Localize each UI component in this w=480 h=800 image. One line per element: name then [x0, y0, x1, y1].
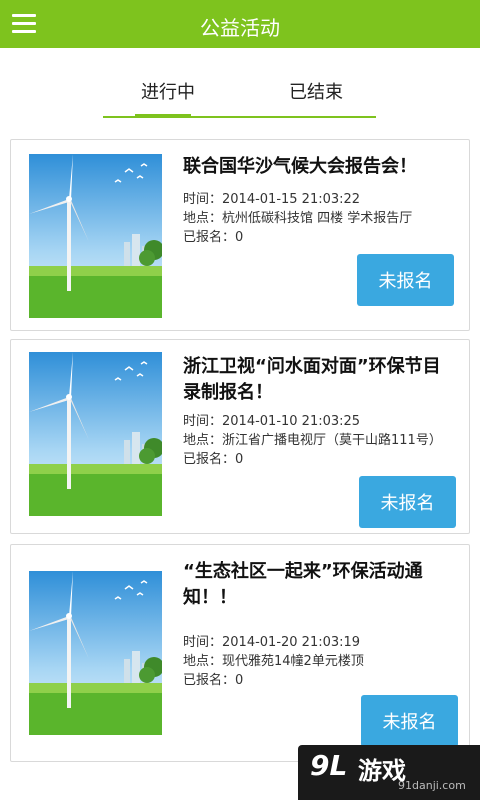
event-card[interactable]: 浙江卫视“问水面对面”环保节目录制报名！ 时间：2014-01-10 21:03…: [10, 339, 470, 534]
event-card[interactable]: 联合国华沙气候大会报告会！ 时间：2014-01-15 21:03:22 地点：…: [10, 139, 470, 331]
event-location: 地点：杭州低碳科技馆 四楼 学术报告厅: [183, 211, 413, 226]
event-meta: 时间：2014-01-20 21:03:19 地点：现代雅苑14幢2单元楼顶 已…: [183, 633, 463, 690]
event-title: “生态社区一起来”环保活动通知！！: [183, 561, 423, 608]
watermark-url: 91danji.com: [398, 779, 466, 792]
signup-button[interactable]: 未报名: [359, 476, 456, 528]
event-location: 地点：浙江省广播电视厅（莫干山路111号）: [183, 433, 442, 448]
event-location: 地点：现代雅苑14幢2单元楼顶: [183, 654, 364, 669]
event-card[interactable]: “生态社区一起来”环保活动通知！！ 时间：2014-01-20 21:03:19…: [10, 544, 470, 762]
event-title: 联合国华沙气候大会报告会！: [183, 156, 417, 177]
event-time: 时间：2014-01-20 21:03:19: [183, 635, 361, 650]
event-title: 浙江卫视“问水面对面”环保节目录制报名！: [183, 356, 441, 403]
event-registered-count: 已报名：0: [183, 673, 244, 688]
signup-button[interactable]: 未报名: [357, 254, 454, 306]
wind-turbine-image: [29, 352, 162, 516]
tab-bar: 进行中 已结束: [103, 72, 376, 118]
event-registered-count: 已报名：0: [183, 452, 244, 467]
signup-button[interactable]: 未报名: [361, 695, 458, 747]
event-registered-count: 已报名：0: [183, 230, 244, 245]
event-time: 时间：2014-01-10 21:03:25: [183, 414, 361, 429]
watermark-badge: 9L 游戏 91danji.com: [298, 745, 480, 800]
page-title: 公益活动: [200, 16, 280, 40]
event-meta: 时间：2014-01-15 21:03:22 地点：杭州低碳科技馆 四楼 学术报…: [183, 190, 463, 247]
wind-turbine-image: [29, 154, 162, 318]
event-time: 时间：2014-01-15 21:03:22: [183, 192, 361, 207]
wind-turbine-image: [29, 571, 162, 735]
tab-ongoing[interactable]: 进行中: [103, 78, 233, 104]
event-meta: 时间：2014-01-10 21:03:25 地点：浙江省广播电视厅（莫干山路1…: [183, 412, 463, 469]
active-tab-indicator: [135, 114, 191, 118]
app-header: 公益活动: [0, 0, 480, 48]
tab-ended[interactable]: 已结束: [251, 78, 381, 104]
watermark-logo: 9L: [310, 749, 348, 782]
